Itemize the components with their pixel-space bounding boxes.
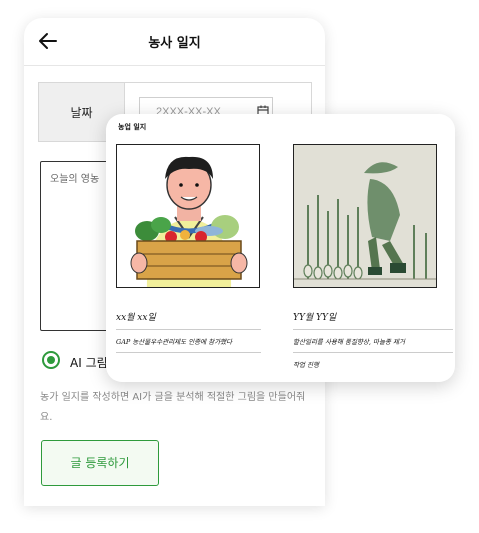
entry-date: xx월 xx일 — [116, 310, 261, 330]
entry-text-line: 할산일리를 사용해 품질향상, 마늘종 제거 — [293, 330, 453, 353]
journal-entry: YY월 YY일 할산일리를 사용해 품질향상, 마늘종 제거 작업 진행 — [293, 144, 453, 375]
card-title: 농업 일지 — [118, 123, 147, 131]
journal-entry: xx월 xx일 GAP 농산물우수관리제도 인증에 참가했다 — [116, 144, 261, 353]
page-title: 농사 일지 — [148, 36, 201, 51]
farmer-illustration — [116, 144, 260, 288]
ai-description: 농가 일지를 작성하면 AI가 글을 분석해 적절한 그림을 만들어줘요. — [40, 392, 306, 423]
farmer-field-illustration — [293, 144, 437, 288]
ai-image-radio[interactable] — [42, 351, 60, 369]
entry-date: YY월 YY일 — [293, 310, 453, 330]
journal-preview-card: 농업 일지 xx월 xx일 GAP 농산물우수관리제도 인증에 참가했다 YY월… — [106, 114, 455, 382]
entry-text-line: GAP 농산물우수관리제도 인증에 참가했다 — [116, 330, 261, 353]
ai-option-label[interactable]: AI 그림 — [70, 354, 108, 371]
top-bar: 농사 일지 — [24, 18, 325, 66]
submit-button[interactable]: 글 등록하기 — [41, 440, 159, 486]
entry-text-line: 작업 진행 — [293, 361, 319, 369]
